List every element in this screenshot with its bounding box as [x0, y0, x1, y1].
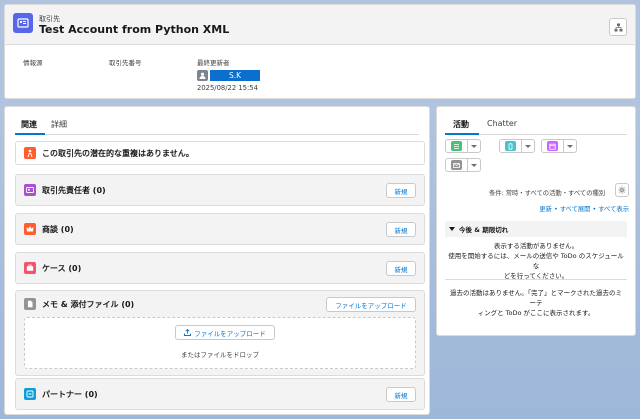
user-link[interactable]: S.K	[197, 70, 260, 81]
card-title: 商談 (0)	[42, 224, 74, 234]
upload-icon	[184, 329, 192, 336]
avatar	[197, 70, 208, 81]
opportunity-icon	[24, 223, 36, 235]
field-account-number: 取引先番号	[109, 57, 142, 70]
card-title: 取引先責任者 (0)	[42, 185, 106, 195]
calendar-icon	[547, 141, 558, 151]
upcoming-empty-text: 表示する活動がありません。 使用を開始するには、メールの送信や ToDo のスケ…	[447, 241, 625, 281]
upload-button-label: ファイルをアップロード	[194, 329, 266, 338]
record-name: Test Account from Python XML	[39, 23, 230, 36]
account-icon	[13, 13, 33, 33]
card-title: ケース (0)	[42, 263, 82, 273]
new-event-button[interactable]	[541, 139, 577, 153]
refresh-link[interactable]: 更新	[539, 206, 552, 213]
related-panel: 関連 詳細 この取引先の潜在的な重複はありません。 取引先責任者 (0) 新規 …	[4, 106, 430, 415]
left-tabs: 関連 詳細	[15, 115, 419, 135]
gear-icon	[618, 186, 626, 194]
email-icon	[451, 160, 462, 170]
event-menu-chevron[interactable]	[564, 140, 576, 152]
task-menu-chevron[interactable]	[468, 140, 480, 152]
file-drop-zone[interactable]: ファイルをアップロード またはファイルをドロップ	[24, 317, 416, 369]
cases-card: ケース (0) 新規	[15, 252, 425, 284]
field-label: 情報源	[23, 59, 43, 67]
divider	[445, 279, 627, 280]
section-title: 今後 & 期限切れ	[459, 226, 509, 234]
chevron-down-icon	[449, 227, 455, 231]
duplicate-icon	[24, 147, 36, 159]
record-header: 取引先 Test Account from Python XML 情報源 取引先…	[4, 4, 636, 99]
empty-line: 表示する活動がありません。	[493, 242, 579, 250]
view-all-link[interactable]: すべて表示	[598, 206, 629, 213]
field-label: 最終更新者	[197, 59, 230, 67]
user-name[interactable]: S.K	[210, 70, 260, 81]
new-contact-button[interactable]: 新規	[386, 183, 416, 198]
duplicate-check-card: この取引先の潜在的な重複はありません。	[15, 141, 425, 165]
card-title: パートナー (0)	[42, 389, 98, 399]
upload-file-button[interactable]: ファイルをアップロード	[175, 325, 275, 340]
tab-chatter[interactable]: Chatter	[479, 115, 527, 135]
new-opportunity-button[interactable]: 新規	[386, 222, 416, 237]
call-menu-chevron[interactable]	[522, 140, 534, 152]
case-icon	[24, 262, 36, 274]
header-actions-button[interactable]	[609, 18, 627, 36]
filter-text: 条件: 常時・すべての活動・すべての種別	[489, 190, 606, 197]
past-empty-text: 過去の活動はありません。「完了」とマークされた過去のミーテ ィングと ToDo …	[447, 288, 625, 318]
user-icon	[199, 72, 206, 79]
field-last-modified: 最終更新者 S.K 2025/08/22 15:54	[197, 57, 260, 92]
activity-panel: 活動 Chatter 条件: 常時・すべての活動・すべての種別 更新 • すべて展開…	[436, 106, 636, 336]
empty-line: 過去の活動はありません。「完了」とマークされた過去のミーテ	[449, 289, 623, 307]
file-icon	[24, 298, 36, 310]
opportunities-card: 商談 (0) 新規	[15, 213, 425, 245]
hierarchy-icon	[614, 23, 622, 31]
tab-details[interactable]: 詳細	[45, 115, 75, 135]
record-header-top: 取引先 Test Account from Python XML	[5, 5, 635, 45]
drop-text: またはファイルをドロップ	[181, 351, 259, 359]
new-task-button[interactable]	[445, 139, 481, 153]
partners-card: パートナー (0) 新規	[15, 378, 425, 410]
new-case-button[interactable]: 新規	[386, 261, 416, 276]
tab-activity[interactable]: 活動	[445, 115, 479, 135]
task-icon	[451, 141, 462, 151]
card-title: メモ & 添付ファイル (0)	[42, 299, 135, 309]
contact-icon	[24, 184, 36, 196]
new-partner-button[interactable]: 新規	[386, 387, 416, 402]
upcoming-overdue-section[interactable]: 今後 & 期限切れ	[445, 221, 627, 237]
right-tabs: 活動 Chatter	[445, 115, 627, 135]
tab-related[interactable]: 関連	[15, 115, 45, 135]
phone-icon	[505, 141, 516, 151]
activity-links: 更新 • すべて展開 • すべて表示	[539, 206, 629, 213]
partner-icon	[24, 388, 36, 400]
expand-all-link[interactable]: すべて展開	[560, 206, 591, 213]
send-email-button[interactable]	[445, 158, 481, 172]
duplicate-message: この取引先の潜在的な重複はありません。	[42, 148, 194, 158]
empty-line: 使用を開始するには、メールの送信や ToDo のスケジュールな	[448, 252, 624, 270]
empty-line: ィングと ToDo がここに表示されます。	[477, 309, 595, 317]
filter-settings-button[interactable]	[615, 183, 629, 197]
upload-files-button[interactable]: ファイルをアップロード	[326, 297, 416, 312]
field-lead-source: 情報源	[23, 57, 43, 70]
contacts-card: 取引先責任者 (0) 新規	[15, 174, 425, 206]
email-menu-chevron[interactable]	[468, 159, 480, 171]
field-label: 取引先番号	[109, 59, 142, 67]
timestamp: 2025/08/22 15:54	[197, 84, 258, 92]
notes-attachments-card: メモ & 添付ファイル (0) ファイルをアップロード ファイルをアップロード …	[15, 290, 425, 376]
log-call-button[interactable]	[499, 139, 535, 153]
